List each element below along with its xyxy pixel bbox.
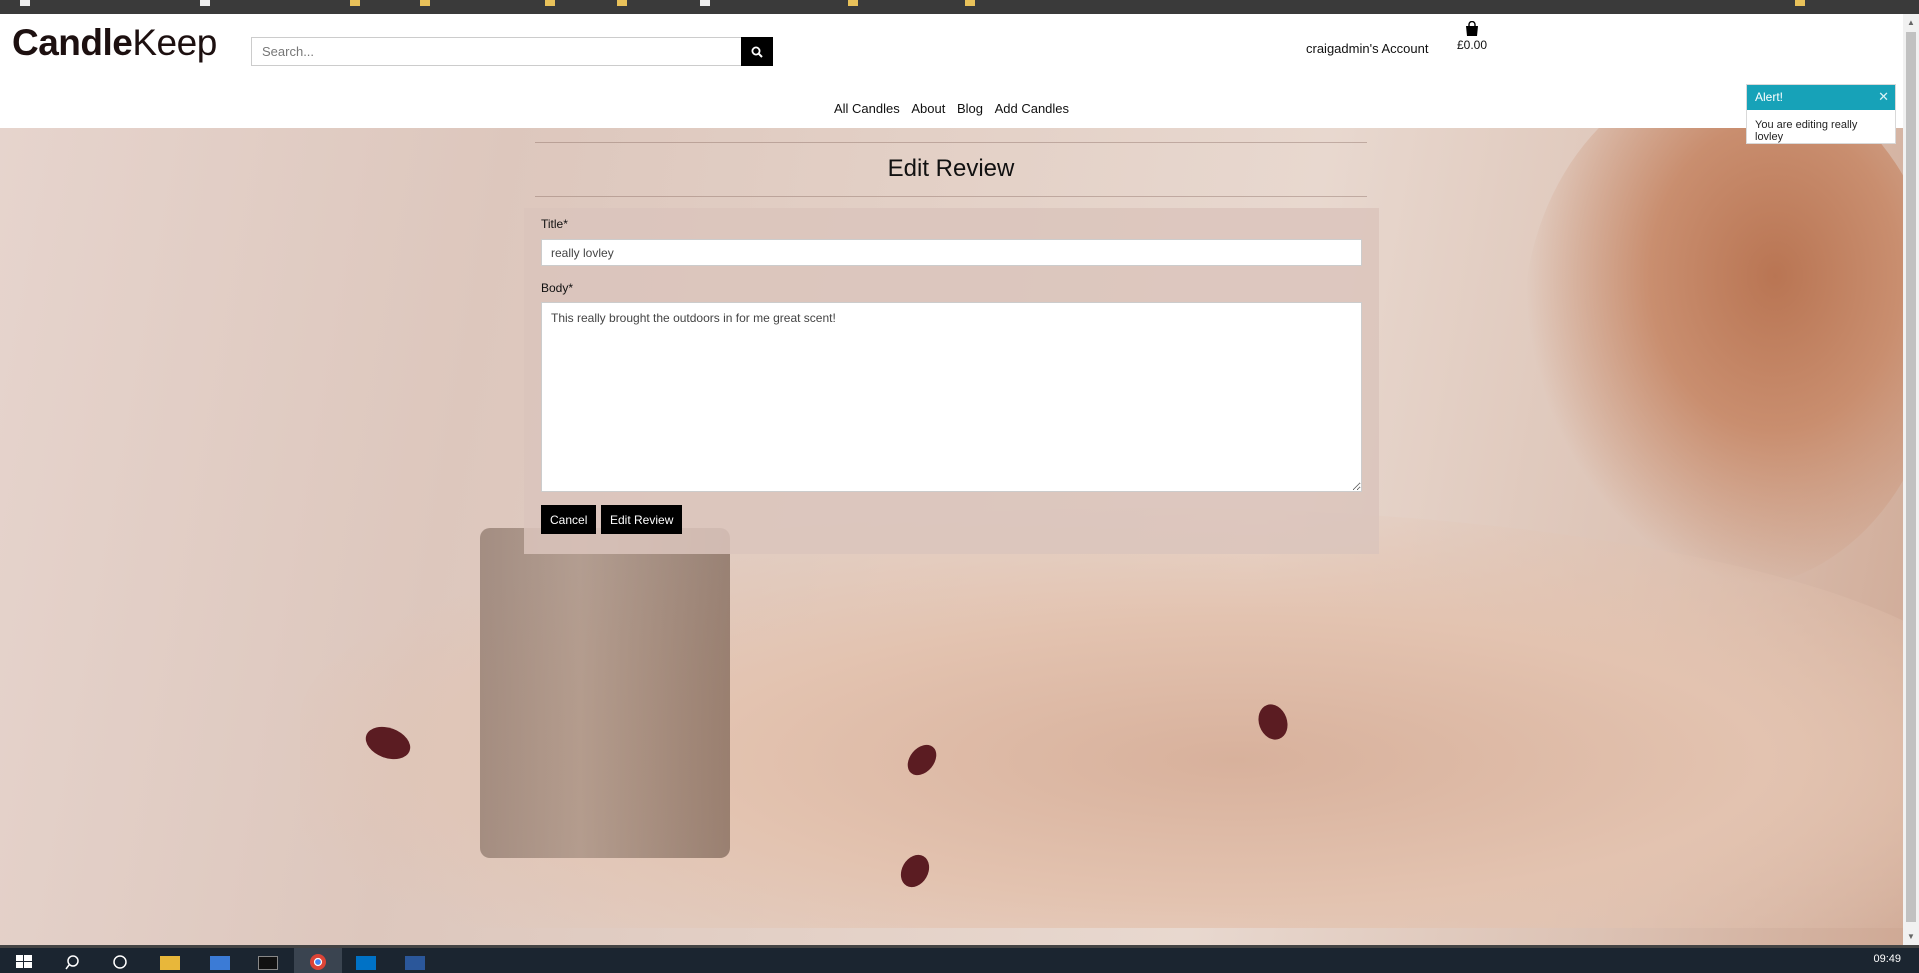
folder-icon[interactable]	[1795, 0, 1805, 6]
nav-item-about[interactable]: About	[911, 101, 945, 116]
divider	[535, 142, 1367, 143]
bag-total: £0.00	[1456, 38, 1488, 52]
alert-message: You are editing really lovley	[1755, 119, 1858, 143]
search-button[interactable]	[741, 37, 773, 66]
nav-item-add-candles[interactable]: Add Candles	[995, 101, 1069, 116]
word-icon[interactable]	[405, 956, 425, 970]
search-form	[251, 37, 773, 66]
store-icon[interactable]	[210, 956, 230, 970]
shopping-bag-icon	[1466, 21, 1478, 36]
search-icon	[751, 46, 763, 58]
terminal-icon[interactable]	[258, 956, 278, 970]
chrome-icon[interactable]	[308, 953, 328, 971]
windows-start-icon[interactable]	[14, 953, 34, 971]
shopping-bag-link[interactable]: £0.00	[1452, 21, 1492, 52]
edit-review-button[interactable]: Edit Review	[601, 505, 683, 534]
folder-icon[interactable]	[420, 0, 430, 6]
folder-icon[interactable]	[965, 0, 975, 6]
search-input[interactable]	[251, 37, 741, 66]
nav-item-all-candles[interactable]: All Candles	[834, 101, 900, 116]
title-field[interactable]	[541, 239, 1362, 266]
bookmark-icon[interactable]	[700, 0, 710, 6]
divider	[535, 196, 1367, 197]
page-title: Edit Review	[887, 155, 1015, 182]
logo-bold-text: Candle	[12, 22, 133, 63]
page-scrollbar[interactable]: ▲ ▼	[1903, 14, 1919, 945]
body-label: Body*	[541, 281, 574, 295]
title-label: Title*	[541, 217, 568, 231]
file-explorer-icon[interactable]	[160, 956, 180, 970]
account-link[interactable]: craigadmin's Account	[1306, 41, 1428, 56]
os-taskbar: 09:49	[0, 945, 1919, 973]
scroll-up-icon[interactable]: ▲	[1907, 18, 1915, 27]
scroll-down-icon[interactable]: ▼	[1907, 932, 1915, 941]
alert-title: Alert!	[1755, 90, 1784, 104]
cancel-button[interactable]: Cancel	[541, 505, 597, 534]
hair-shape	[1523, 128, 1903, 588]
folder-icon[interactable]	[350, 0, 360, 6]
alert-header: Alert! ✕	[1747, 85, 1895, 110]
scrollbar-thumb[interactable]	[1906, 32, 1916, 922]
browser-bookmark-bar	[0, 0, 1919, 14]
taskbar-clock[interactable]: 09:49	[1873, 953, 1901, 965]
search-icon[interactable]	[64, 953, 84, 971]
main-nav: All Candles About Blog Add Candles	[0, 101, 1903, 116]
candle-glass-shape	[480, 528, 730, 858]
bookmark-icon[interactable]	[200, 0, 210, 6]
logo-light-text: Keep	[132, 22, 217, 63]
close-icon[interactable]: ✕	[1878, 90, 1889, 103]
folder-icon[interactable]	[545, 0, 555, 6]
bookmark-icon[interactable]	[20, 0, 30, 6]
body-field[interactable]: This really brought the outdoors in for …	[541, 302, 1362, 492]
mail-icon[interactable]	[356, 956, 376, 970]
alert-toast: Alert! ✕ You are editing really lovley	[1746, 84, 1896, 144]
folder-icon[interactable]	[848, 0, 858, 6]
site-logo[interactable]: CandleKeep	[12, 22, 217, 64]
cortana-icon[interactable]	[110, 953, 130, 971]
folder-icon[interactable]	[617, 0, 627, 6]
site-header: CandleKeep craigadmin's Account £0.00 Al…	[0, 14, 1903, 128]
nav-item-blog[interactable]: Blog	[957, 101, 983, 116]
